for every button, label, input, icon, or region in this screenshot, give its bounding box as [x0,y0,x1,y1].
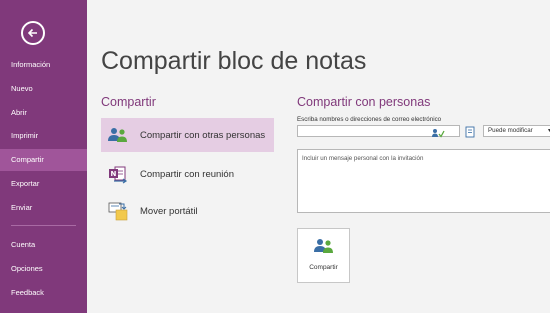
onenote-meeting-icon: N [107,163,129,185]
option-label: Compartir con reunión [140,168,234,180]
nav-feedback[interactable]: Feedback [0,282,87,304]
people-icon [314,238,334,259]
nav-imprimir[interactable]: Imprimir [0,125,87,147]
check-names-icon[interactable] [431,126,445,138]
main-panel: Compartir bloc de notas Compartir Compar… [87,0,550,313]
backstage-sidebar: Información Nuevo Abrir Imprimir Compart… [0,0,87,313]
personal-message-field[interactable]: Incluir un mensaje personal con la invit… [297,149,550,213]
nav-enviar[interactable]: Enviar [0,197,87,219]
svg-text:N: N [111,170,117,178]
nav-divider [11,225,76,226]
people-icon [107,124,129,146]
share-with-meeting-option[interactable]: N Compartir con reunión [101,157,274,191]
names-field-label: Escriba nombres o direcciones de correo … [297,116,442,123]
nav-opciones[interactable]: Opciones [0,258,87,280]
nav-exportar[interactable]: Exportar [0,173,87,195]
back-arrow-icon[interactable] [21,21,45,45]
nav-informacion[interactable]: Información [0,54,87,76]
nav-abrir[interactable]: Abrir [0,102,87,124]
address-book-icon[interactable] [464,125,476,138]
nav-cuenta[interactable]: Cuenta [0,234,87,256]
move-notebook-icon [107,200,129,222]
share-button-label: Compartir [309,264,338,271]
page-title: Compartir bloc de notas [101,47,367,75]
people-section-title: Compartir con personas [297,95,431,109]
option-label: Mover portátil [140,205,198,217]
message-placeholder: Incluir un mensaje personal con la invit… [302,155,424,162]
permission-value: Puede modificar [488,127,533,134]
option-label: Compartir con otras personas [140,129,266,141]
share-with-people-option[interactable]: Compartir con otras personas [101,118,274,152]
share-button[interactable]: Compartir [297,228,350,283]
move-notebook-option[interactable]: Mover portátil [101,194,274,228]
nav-nuevo[interactable]: Nuevo [0,78,87,100]
nav-compartir[interactable]: Compartir [0,149,87,171]
permission-dropdown[interactable]: Puede modificar ▾ [483,125,550,137]
share-section-title: Compartir [101,95,156,109]
